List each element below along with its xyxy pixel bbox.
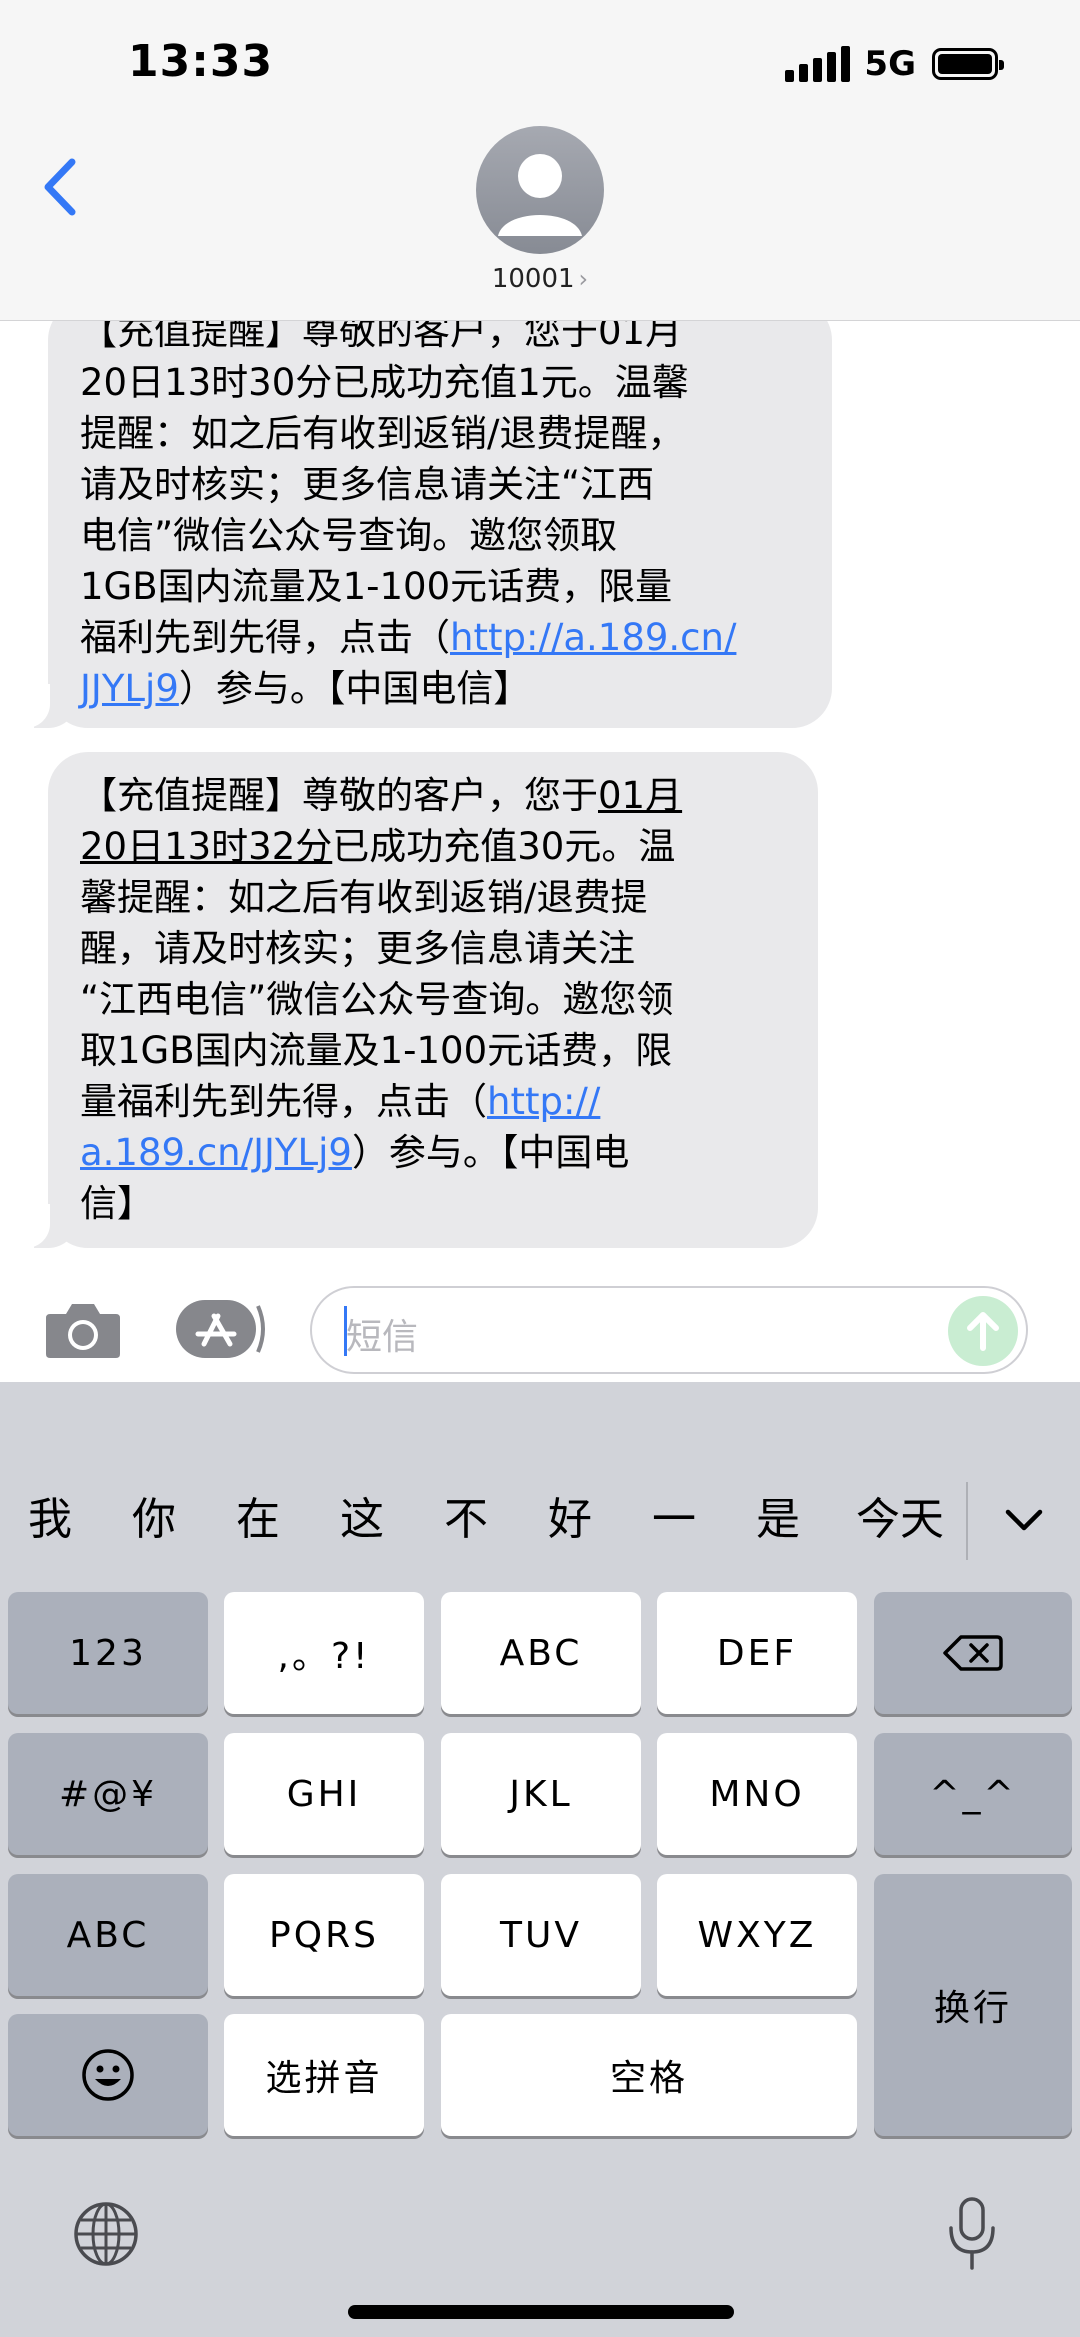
- message-composer: 短信: [0, 1262, 1080, 1382]
- message-segment: 福利先到先得，点击（: [80, 616, 450, 659]
- globe-icon[interactable]: [72, 2200, 140, 2268]
- key-ghi[interactable]: GHI: [224, 1733, 424, 1855]
- key-pqrs[interactable]: PQRS: [224, 1874, 424, 1996]
- key-emoticon[interactable]: ^_^: [874, 1733, 1072, 1855]
- candidate-word[interactable]: 是: [756, 1470, 800, 1570]
- key-123[interactable]: 123: [8, 1592, 208, 1714]
- chevron-down-icon[interactable]: [1000, 1500, 1048, 1540]
- key-wxyz[interactable]: WXYZ: [657, 1874, 857, 1996]
- delete-button[interactable]: [874, 1592, 1072, 1714]
- message-bubble[interactable]: 【充值提醒】尊敬的客户，您于01月 20日13时30分已成功充值1元。温馨 提醒…: [20, 300, 832, 728]
- status-time: 13:33: [128, 36, 274, 87]
- message-line: 取1GB国内流量及1-100元话费，限: [80, 1029, 673, 1072]
- candidate-word[interactable]: 一: [652, 1470, 696, 1570]
- return-key[interactable]: 换行: [874, 1874, 1072, 2136]
- battery-icon: [932, 48, 1004, 80]
- candidate-divider: [966, 1482, 968, 1560]
- message-line: 20日13时32分已成功充值30元。温: [80, 821, 810, 872]
- key-mno[interactable]: MNO: [657, 1733, 857, 1855]
- date-link[interactable]: 01月: [598, 774, 682, 817]
- message-link[interactable]: JJYLj9: [80, 667, 179, 710]
- app-store-icon[interactable]: [174, 1298, 270, 1360]
- message-link[interactable]: a.189.cn/JJYLj9: [80, 1131, 352, 1174]
- candidate-word[interactable]: 在: [236, 1470, 280, 1570]
- message-line: 20日13时30分已成功充值1元。温馨: [80, 361, 689, 404]
- candidate-word[interactable]: 你: [132, 1470, 176, 1570]
- key-abc-mode[interactable]: ABC: [8, 1874, 208, 1996]
- key-symbols[interactable]: #@¥: [8, 1733, 208, 1855]
- arrow-up-icon: [967, 1312, 999, 1351]
- keyboard: 我 你 在 这 不 好 一 是 今天: [0, 1382, 1080, 2337]
- candidate-word[interactable]: 不: [444, 1470, 488, 1570]
- message-input[interactable]: 短信: [310, 1286, 1028, 1374]
- message-line: 醒，请及时核实；更多信息请关注: [80, 927, 635, 970]
- message-segment: 量福利先到先得，点击（: [80, 1080, 487, 1123]
- network-type: 5G: [864, 44, 916, 84]
- send-button[interactable]: [948, 1296, 1018, 1366]
- message-input-placeholder: 短信: [346, 1317, 419, 1358]
- message-line: 量福利先到先得，点击（http://: [80, 1076, 810, 1127]
- message-line: 提醒：如之后有收到返销/退费提醒，: [80, 412, 685, 455]
- key-select-pinyin[interactable]: 选拼音: [224, 2014, 424, 2136]
- key-punctuation[interactable]: ,。?!: [224, 1592, 424, 1714]
- key-abc[interactable]: ABC: [441, 1592, 641, 1714]
- message-text: 【充值提醒】尊敬的客户，您于01月 20日13时30分已成功充值1元。温馨 提醒…: [80, 306, 820, 714]
- message-bubble[interactable]: 【充值提醒】尊敬的客户，您于01月 20日13时32分已成功充值30元。温 馨提…: [20, 752, 818, 1248]
- bubble-tail: [20, 1204, 78, 1248]
- key-jkl[interactable]: JKL: [441, 1733, 641, 1855]
- status-indicators: 5G: [785, 44, 1004, 84]
- message-line: 1GB国内流量及1-100元话费，限量: [80, 565, 673, 608]
- message-line: 信】: [80, 1182, 154, 1225]
- emoji-key[interactable]: [8, 2014, 208, 2136]
- message-line: a.189.cn/JJYLj9）参与。【中国电: [80, 1127, 810, 1178]
- candidate-word[interactable]: 这: [340, 1470, 384, 1570]
- message-segment: 【充值提醒】尊敬的客户，您于: [80, 774, 598, 817]
- message-link[interactable]: http://: [487, 1080, 600, 1123]
- key-def[interactable]: DEF: [657, 1592, 857, 1714]
- message-line: JJYLj9）参与。【中国电信】: [80, 663, 820, 714]
- message-line: 【充值提醒】尊敬的客户，您于01月: [80, 770, 810, 821]
- back-chevron-icon[interactable]: [36, 152, 86, 222]
- microphone-icon[interactable]: [946, 2196, 998, 2272]
- candidate-word[interactable]: 好: [548, 1470, 592, 1570]
- cellular-signal-icon: [785, 46, 851, 82]
- message-segment: ）参与。【中国电信】: [178, 667, 531, 710]
- contact-avatar[interactable]: [476, 126, 604, 254]
- camera-icon[interactable]: [44, 1300, 122, 1360]
- message-line: 福利先到先得，点击（http://a.189.cn/: [80, 612, 820, 663]
- bubble-tail: [20, 684, 78, 728]
- person-icon: [498, 154, 582, 236]
- contact-name[interactable]: 10001 ›: [0, 264, 1080, 294]
- message-line: 电信”微信公众号查询。邀您领取: [80, 514, 618, 557]
- message-line: 请及时核实；更多信息请关注“江西: [80, 463, 655, 506]
- message-link[interactable]: http://a.189.cn/: [450, 616, 736, 659]
- key-tuv[interactable]: TUV: [441, 1874, 641, 1996]
- chevron-right-icon: ›: [578, 265, 589, 293]
- backspace-icon: [943, 1635, 1003, 1671]
- message-segment: ）参与。【中国电: [351, 1131, 630, 1174]
- message-segment: 已成功充值30元。温: [332, 825, 676, 868]
- message-text: 【充值提醒】尊敬的客户，您于01月 20日13时32分已成功充值30元。温 馨提…: [80, 770, 810, 1229]
- candidate-word[interactable]: 我: [28, 1470, 72, 1570]
- home-indicator[interactable]: [348, 2305, 734, 2319]
- message-line: 馨提醒：如之后有收到返销/退费提: [80, 876, 648, 919]
- space-key[interactable]: 空格: [441, 2014, 857, 2136]
- smiley-icon: [82, 2049, 134, 2101]
- message-line: “江西电信”微信公众号查询。邀您领: [80, 978, 674, 1021]
- candidate-word[interactable]: 今天: [856, 1470, 944, 1570]
- conversation-header: 13:33 5G 10001 ›: [0, 0, 1080, 321]
- date-link[interactable]: 20日13时32分: [80, 825, 332, 868]
- candidate-bar: 我 你 在 这 不 好 一 是 今天: [0, 1470, 1080, 1570]
